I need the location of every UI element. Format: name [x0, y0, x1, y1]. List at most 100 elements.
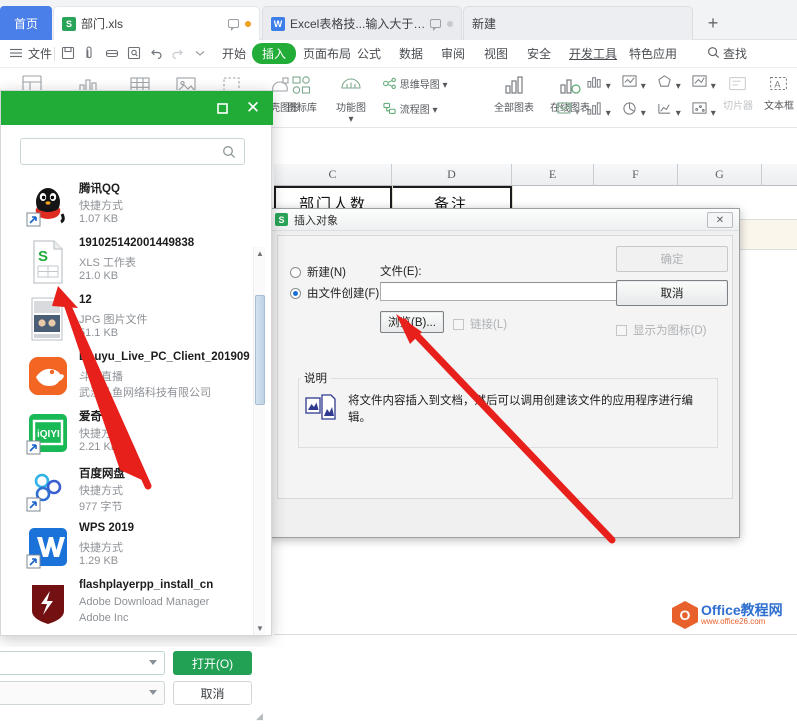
bar-chart-icon[interactable]: ▾	[586, 74, 611, 92]
ribbon-tab-security[interactable]: 安全	[527, 45, 551, 62]
radio-new[interactable]: 新建(N)	[290, 264, 346, 280]
radio-from-file[interactable]: 由文件创建(F)	[290, 285, 379, 301]
new-document-tab[interactable]: 新建	[463, 6, 693, 40]
insert-object-dialog-titlebar[interactable]: S 插入对象	[269, 209, 739, 231]
chevron-down-icon[interactable]	[149, 660, 157, 665]
list-item[interactable]: S 191025142001449838 XLS 工作表 21.0 KB	[13, 233, 250, 291]
search-icon[interactable]	[706, 45, 724, 63]
radio-from-file-indicator	[290, 287, 301, 299]
file-list-scrollbar[interactable]: ▲ ▼	[253, 247, 265, 635]
line-chart-icon[interactable]: ▾	[621, 74, 646, 92]
chart-combo-icon[interactable]: ▾	[556, 101, 580, 118]
search-input[interactable]	[20, 138, 245, 165]
list-item[interactable]: iQIYI 爱奇艺 快捷方式 2.21 KB	[13, 404, 250, 462]
list-item[interactable]: WPS 2019 快捷方式 1.29 KB	[13, 518, 250, 576]
column-header-E[interactable]: E	[512, 164, 594, 186]
print-icon[interactable]	[104, 45, 122, 63]
file-menu[interactable]: 文件	[28, 45, 52, 62]
list-item[interactable]: 百度网盘 快捷方式 977 字节	[13, 461, 250, 519]
stock-chart-icon[interactable]: ▾	[691, 74, 716, 92]
column-header-C[interactable]: C	[274, 164, 392, 186]
svg-text:S: S	[38, 248, 48, 265]
ribbon-button-function-chart-label: 功能图	[336, 103, 366, 114]
filename-combo[interactable]	[0, 651, 165, 675]
ribbon-button-icon-library[interactable]: 图标库	[280, 72, 324, 114]
ribbon-button-all-charts[interactable]: 全部图表	[489, 72, 539, 114]
close-icon[interactable]: ✕	[707, 212, 733, 228]
ribbon-tab-dev-tools[interactable]: 开发工具	[569, 45, 617, 62]
file-path-input[interactable]	[380, 282, 620, 301]
list-item[interactable]: 腾讯QQ 快捷方式 1.07 KB	[13, 176, 250, 234]
office-logo-icon: O	[672, 601, 698, 629]
column-header-G[interactable]: G	[678, 164, 762, 186]
ribbon-tab-insert[interactable]: 插入	[252, 43, 297, 64]
ok-button[interactable]: 确定	[616, 246, 728, 272]
ribbon-tab-view[interactable]: 视图	[484, 45, 508, 62]
scatter-chart-icon[interactable]: ▾	[656, 101, 681, 119]
save-icon[interactable]	[60, 45, 78, 63]
chevron-down-icon[interactable]	[149, 690, 157, 695]
list-item[interactable]: flashplayerpp_install_cn Adobe Download …	[13, 575, 250, 633]
scroll-up-icon[interactable]: ▲	[254, 247, 266, 260]
filetype-combo[interactable]	[0, 681, 165, 705]
new-document-tab-label: 新建	[472, 17, 497, 31]
print-preview-icon[interactable]	[82, 45, 100, 63]
ribbon-tab-review[interactable]: 审阅	[441, 45, 465, 62]
column-header-D[interactable]: D	[392, 164, 512, 186]
xls-icon: S	[62, 16, 76, 31]
list-item[interactable]: Douyu_Live_PC_Client_201909... 斗鱼直播 武汉斗鱼…	[13, 347, 250, 405]
unsaved-dot-icon	[447, 20, 453, 27]
ribbon-tab-featured-apps[interactable]: 特色应用	[629, 45, 677, 62]
chevron-down-icon[interactable]	[192, 45, 210, 63]
ribbon-button-textbox[interactable]: A 文本框	[760, 72, 797, 112]
document-tab-1[interactable]: S 部门.xls	[53, 6, 260, 40]
comment-icon[interactable]	[228, 19, 239, 31]
ribbon-tab-formula[interactable]: 公式	[357, 45, 381, 62]
link-checkbox[interactable]: 链接(L)	[453, 316, 507, 332]
undo-icon[interactable]	[148, 45, 166, 63]
display-as-icon-checkbox-label: 显示为图标(D)	[633, 325, 707, 337]
column-chart-icon[interactable]: ▾	[586, 101, 611, 119]
document-tab-1-label: 部门.xls	[81, 17, 124, 31]
document-tab-2[interactable]: W Excel表格技...输入大于等于符号	[262, 6, 462, 40]
watermark-url: www.office26.com	[701, 616, 766, 626]
browse-button[interactable]: 浏览(B)...	[380, 311, 444, 333]
pie-chart-icon[interactable]: ▾	[621, 101, 646, 119]
hamburger-icon[interactable]	[8, 45, 26, 63]
column-header-F[interactable]: F	[594, 164, 678, 186]
open-button[interactable]: 打开(O)	[173, 651, 252, 675]
display-as-icon-checkbox[interactable]: 显示为图标(D)	[616, 322, 706, 338]
search-label[interactable]: 查找	[723, 45, 747, 62]
new-tab-button[interactable]: +	[700, 10, 726, 36]
redo-icon[interactable]	[170, 45, 188, 63]
xls-file-icon: S	[26, 239, 70, 285]
search-doc-icon[interactable]	[126, 45, 144, 63]
baidu-netdisk-icon	[26, 467, 70, 513]
area-chart-icon[interactable]: ▾	[656, 74, 681, 92]
list-item-type: 斗鱼直播	[79, 371, 123, 383]
scroll-down-icon[interactable]: ▼	[254, 622, 266, 635]
close-icon[interactable]: ✕	[244, 98, 262, 117]
cancel-button[interactable]: 取消	[173, 681, 252, 705]
ribbon-item-mindmap[interactable]: 思维导图 ▾	[382, 76, 448, 91]
file-list[interactable]: 腾讯QQ 快捷方式 1.07 KB S 191025142001449838 X…	[13, 176, 250, 638]
cancel-button[interactable]: 取消	[616, 280, 728, 306]
comment-icon[interactable]	[430, 19, 441, 31]
column-header-H[interactable]	[762, 164, 797, 186]
radio-new-indicator	[290, 266, 301, 278]
home-tab-label: 首页	[13, 16, 38, 31]
scrollbar-thumb[interactable]	[255, 295, 265, 405]
ribbon-item-flowchart[interactable]: 流程图 ▾	[382, 101, 438, 116]
ribbon-tab-data[interactable]: 数据	[399, 45, 423, 62]
home-tab[interactable]: 首页	[0, 6, 52, 40]
ribbon-button-textbox-label: 文本框	[764, 101, 794, 112]
ribbon-tab-page-layout[interactable]: 页面布局	[303, 45, 351, 62]
radar-chart-icon[interactable]: ▾	[691, 101, 716, 119]
list-item[interactable]: 12 JPG 图片文件 51.1 KB	[13, 290, 250, 348]
ribbon-tab-start[interactable]: 开始	[222, 45, 246, 62]
resize-grip-icon[interactable]: ◢	[256, 711, 266, 721]
maximize-icon[interactable]	[213, 99, 231, 117]
file-open-dialog-titlebar[interactable]	[1, 91, 273, 125]
ribbon-button-function-chart[interactable]: 功能图 ▾	[326, 72, 376, 125]
search-icon[interactable]	[221, 144, 237, 160]
